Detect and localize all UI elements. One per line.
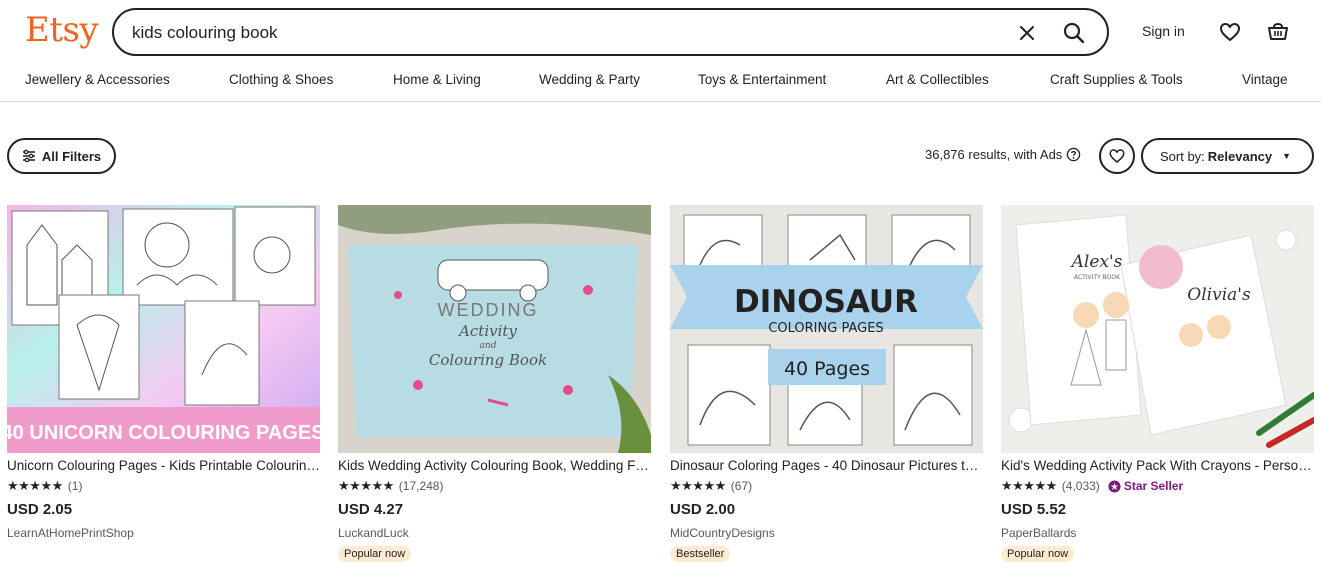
category-nav: Jewellery & Accessories Clothing & Shoes… [0,72,1321,92]
dinosaur-pages-illustration: DINOSAUR COLORING PAGES 40 Pages [670,205,983,453]
popular-now-badge: Popular now [338,546,412,562]
unicorn-pages-illustration: 40 UNICORN COLOURING PAGES [7,205,320,453]
book-title-wedding: WEDDING [438,300,539,320]
nav-item-vintage[interactable]: Vintage [1242,72,1288,87]
filter-sliders-icon [22,149,35,163]
product-rating: ★★★★★ (67) [670,478,983,494]
book-title-and: and [480,341,497,351]
product-price: USD 5.52 [1001,501,1067,518]
product-title[interactable]: Kids Wedding Activity Colouring Book, We… [338,458,651,476]
nav-item-art[interactable]: Art & Collectibles [886,72,989,87]
nav-item-home-living[interactable]: Home & Living [393,72,481,87]
search-input[interactable] [132,21,992,45]
product-card[interactable]: WEDDING Activity and Colouring Book Kids… [338,205,651,562]
chevron-down-icon: ▼ [1282,151,1292,161]
sort-dropdown[interactable]: Sort by: Relevancy ▼ [1141,138,1314,174]
favorites-button[interactable] [1218,20,1242,44]
nav-item-toys[interactable]: Toys & Entertainment [698,72,826,87]
product-price: USD 2.05 [7,501,73,518]
product-image-unicorn[interactable]: 40 UNICORN COLOURING PAGES [7,205,320,453]
star-rating-icon: ★★★★★ [1001,478,1057,493]
dino-page-count: 40 Pages [784,358,870,380]
search-icon [1063,22,1085,44]
product-title[interactable]: Unicorn Colouring Pages - Kids Printable… [7,458,320,476]
all-filters-button[interactable]: All Filters [7,138,116,174]
nav-item-clothing[interactable]: Clothing & Shoes [229,72,333,87]
shop-name[interactable]: LuckandLuck [338,526,651,541]
sign-in-link[interactable]: Sign in [1142,23,1185,39]
etsy-logo[interactable]: Etsy [25,10,99,50]
book-name-alex: Alex's [1070,252,1123,272]
shop-name[interactable]: MidCountryDesigns [670,526,983,541]
nav-item-wedding-party[interactable]: Wedding & Party [539,72,640,87]
product-title[interactable]: Dinosaur Coloring Pages - 40 Dinosaur Pi… [670,458,983,476]
clear-search-button[interactable] [1014,20,1040,46]
product-rating: ★★★★★ (4,033) Star Seller [1001,478,1314,494]
star-rating-icon: ★★★★★ [7,478,63,493]
dino-banner-subtitle: COLORING PAGES [768,321,883,336]
sort-value: Relevancy [1207,148,1273,164]
heart-icon [1109,149,1125,163]
book-subtitle: ACTIVITY BOOK [1074,274,1121,281]
book-title-activity: Activity [457,322,517,340]
star-seller-label: Star Seller [1123,479,1184,493]
heart-icon [1219,22,1241,42]
cart-button[interactable] [1266,19,1290,43]
review-count: (1) [67,479,83,493]
results-count: 36,876 results, with Ads [925,147,1081,162]
book-name-olivia: Olivia's [1187,285,1251,305]
review-count: (67) [730,479,753,493]
all-filters-label: All Filters [41,148,102,164]
unicorn-banner-text: 40 UNICORN COLOURING PAGES [7,422,320,444]
site-header: Etsy Sign in Jewellery & Accessories Clo… [0,0,1321,102]
star-rating-icon: ★★★★★ [338,478,394,493]
wedding-book-illustration: WEDDING Activity and Colouring Book [338,205,651,453]
activity-pack-illustration: Alex's Olivia's ACTIVITY BOOK [1001,205,1314,453]
popular-now-badge: Popular now [1001,546,1075,562]
nav-item-craft-supplies[interactable]: Craft Supplies & Tools [1050,72,1183,87]
product-card[interactable]: Alex's Olivia's ACTIVITY BOOK Kid's Wedd… [1001,205,1314,562]
star-rating-icon: ★★★★★ [670,478,726,493]
search-button[interactable] [1060,19,1088,47]
product-title[interactable]: Kid's Wedding Activity Pack With Crayons… [1001,458,1314,476]
star-seller-badge: Star Seller [1108,479,1183,493]
shop-name[interactable]: LearnAtHomePrintShop [7,526,320,541]
review-count: (17,248) [398,479,444,493]
save-search-button[interactable] [1099,138,1135,174]
search-bar[interactable] [112,8,1109,56]
star-seller-icon [1108,479,1121,493]
basket-icon [1268,23,1288,40]
sort-prefix: Sort by: [1160,148,1205,164]
product-rating: ★★★★★ (17,248) [338,478,651,494]
product-image-wedding-book[interactable]: WEDDING Activity and Colouring Book [338,205,651,453]
product-price: USD 4.27 [338,501,404,518]
product-image-activity-pack[interactable]: Alex's Olivia's ACTIVITY BOOK [1001,205,1314,453]
product-card[interactable]: DINOSAUR COLORING PAGES 40 Pages Dinosau… [670,205,983,562]
nav-item-jewellery[interactable]: Jewellery & Accessories [25,72,170,87]
bestseller-badge: Bestseller [670,546,731,562]
help-icon[interactable] [1066,147,1081,162]
dino-banner-title: DINOSAUR [734,284,918,320]
book-title-colouring: Colouring Book [429,351,547,369]
product-card[interactable]: 40 UNICORN COLOURING PAGES Unicorn Colou… [7,205,320,541]
product-price: USD 2.00 [670,501,736,518]
shop-name[interactable]: PaperBallards [1001,526,1314,541]
results-count-text: 36,876 results, with Ads [925,147,1063,162]
product-image-dinosaur[interactable]: DINOSAUR COLORING PAGES 40 Pages [670,205,983,453]
product-rating: ★★★★★ (1) [7,478,320,494]
close-icon [1020,26,1034,40]
review-count: (4,033) [1061,479,1100,493]
